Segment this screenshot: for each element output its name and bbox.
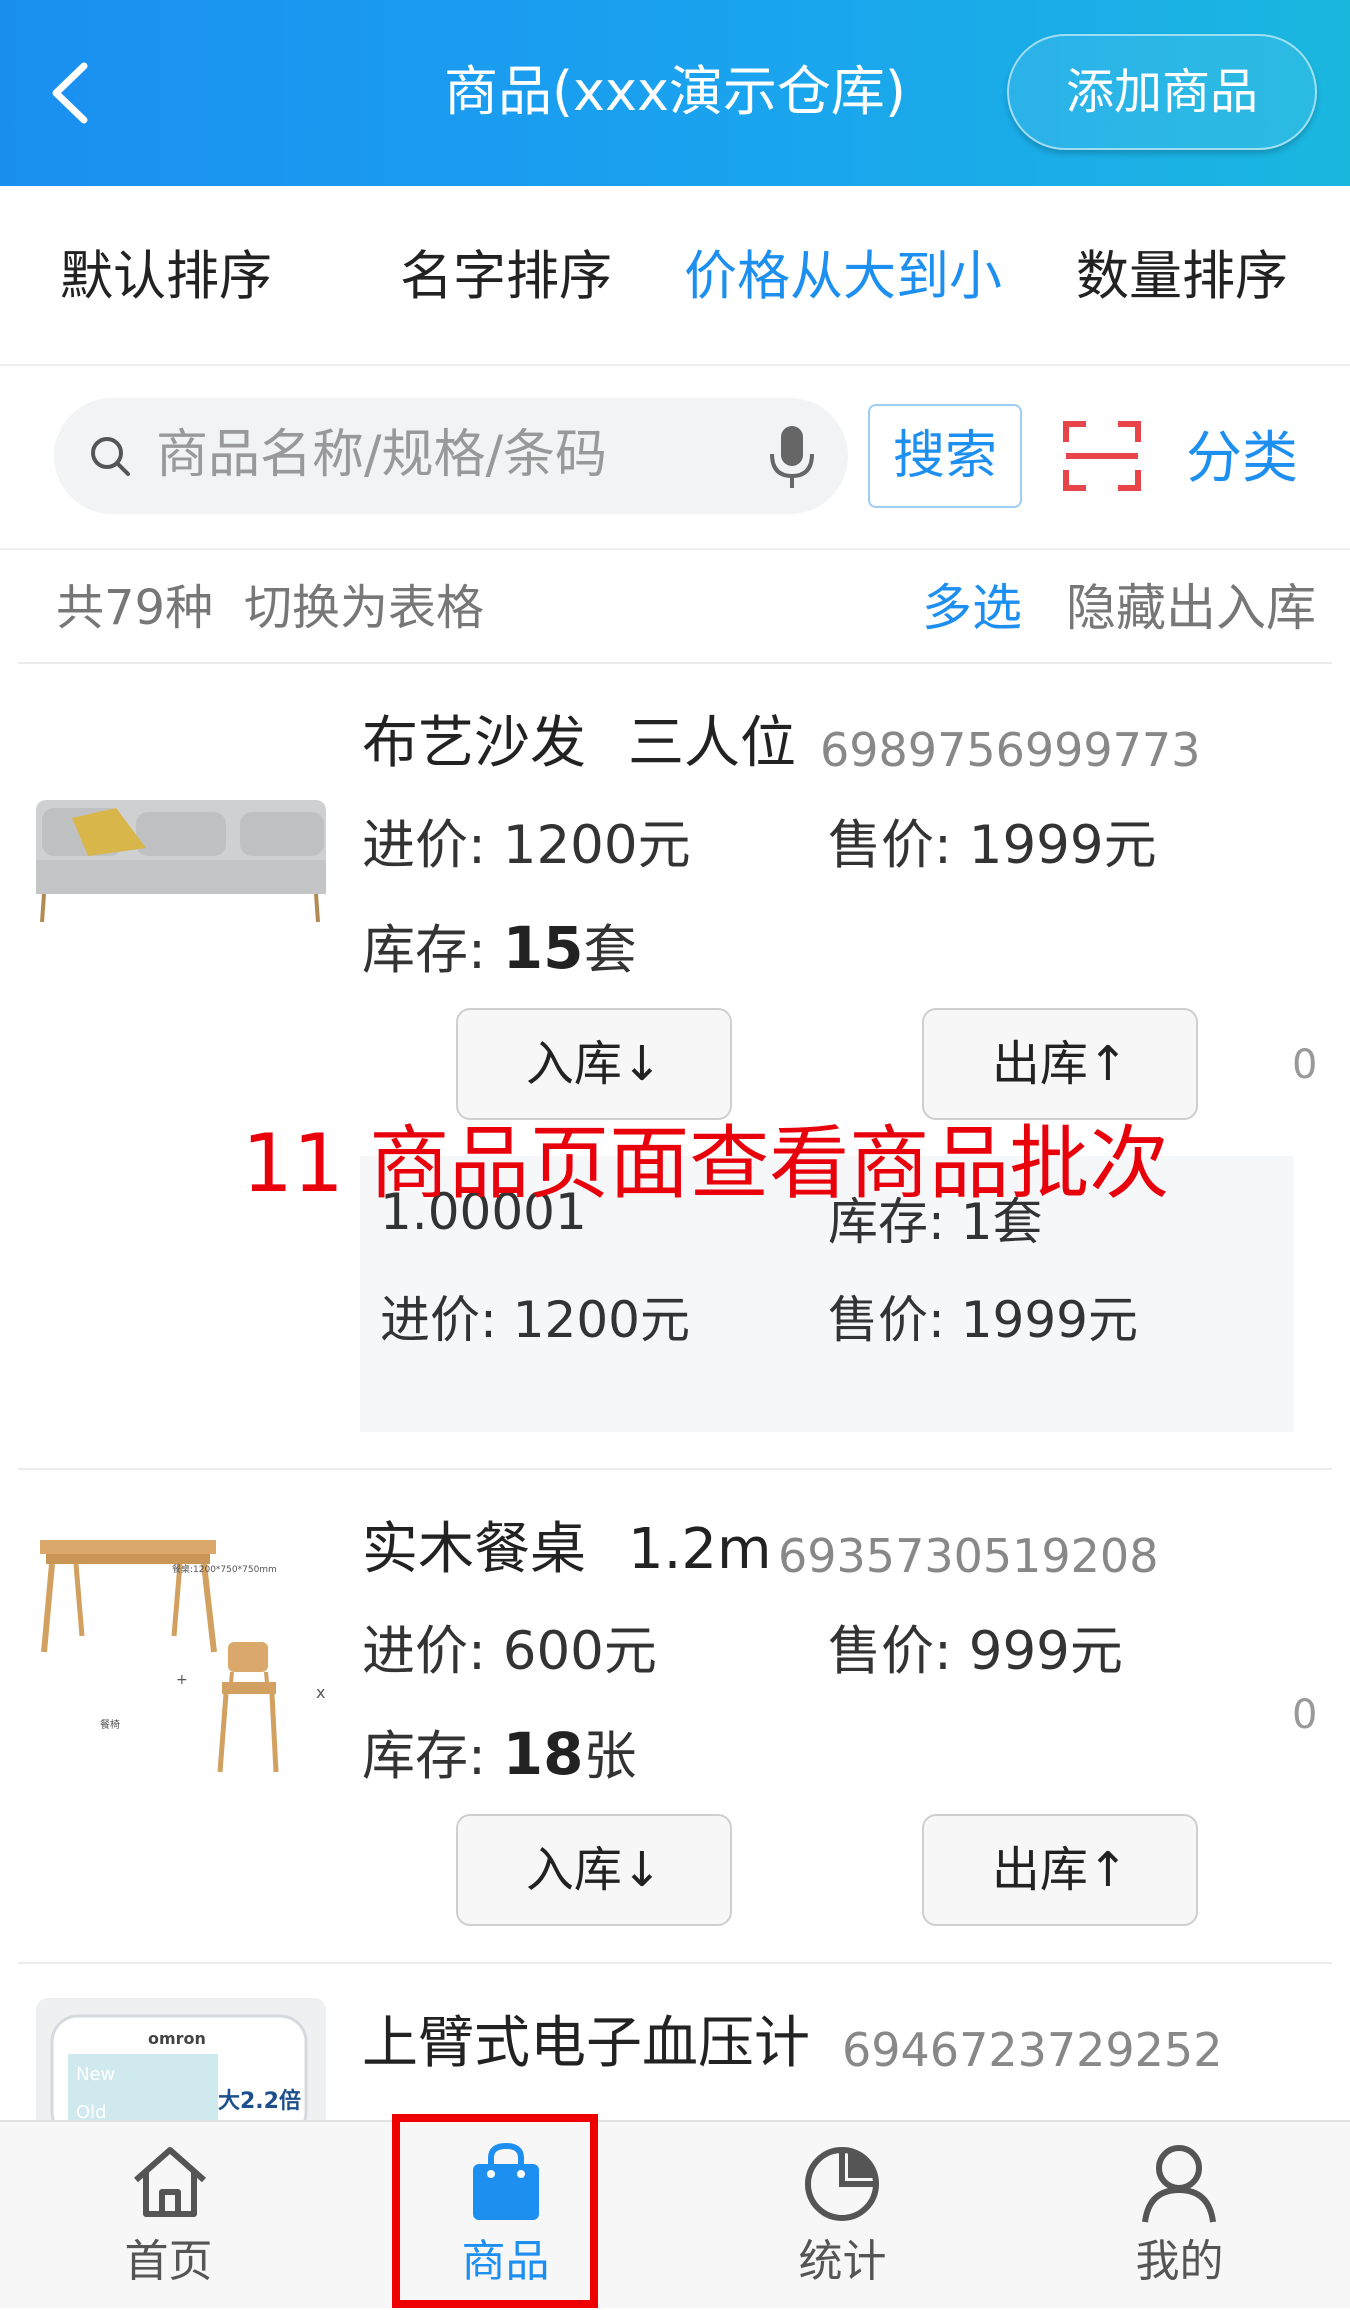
product-card[interactable]: 餐桌:1200*750*750mm + 餐椅 x 实木餐桌 1.2m 69357… [0, 1470, 1350, 1962]
product-name: 上臂式电子血压计 [362, 2011, 810, 2076]
product-count: 共79种 [56, 580, 214, 636]
user-icon [1142, 2145, 1216, 2223]
badge-count: 0 [1292, 1692, 1318, 1738]
highlight-box [392, 2114, 598, 2308]
hide-stock-ops-link[interactable]: 隐藏出入库 [1066, 578, 1316, 638]
sort-default[interactable]: 默认排序 [60, 244, 272, 310]
tab-label: 我的 [1135, 2236, 1224, 2287]
stock-in-button[interactable]: 入库↓ [456, 1008, 732, 1120]
stock-unit: 张 [583, 1726, 637, 1787]
app-header: 商品(xxx演示仓库) 添加商品 [0, 0, 1350, 186]
cost-label: 进价: [362, 1621, 486, 1682]
product-spec: 三人位 [628, 711, 796, 776]
tab-label: 首页 [124, 2236, 213, 2287]
scan-icon[interactable] [1062, 418, 1142, 494]
pie-chart-icon [805, 2147, 879, 2221]
stock-unit: 套 [583, 920, 637, 981]
image-text-new: New [76, 2064, 115, 2085]
image-caption-chair: 餐椅 [100, 1718, 120, 1731]
list-summary-bar: 共79种 切换为表格 多选 隐藏出入库 [0, 548, 1350, 662]
badge-count: 0 [1292, 1042, 1318, 1088]
image-brand-text: omron [148, 2029, 206, 2048]
stock-quantity: 18 [502, 1720, 584, 1788]
price-value: 1999元 [968, 815, 1157, 876]
switch-to-table-link[interactable]: 切换为表格 [244, 578, 484, 638]
product-image-table: 餐桌:1200*750*750mm + 餐椅 x [36, 1532, 326, 1792]
price-value: 999元 [968, 1621, 1123, 1682]
image-text-old: Old [76, 2102, 107, 2120]
tab-home[interactable]: 首页 [0, 2122, 337, 2310]
product-spec: 1.2m [628, 1517, 772, 1582]
home-icon [134, 2147, 206, 2217]
microphone-icon[interactable] [766, 424, 818, 490]
batch-cost: 进价: 1200元 [380, 1291, 690, 1349]
search-button[interactable]: 搜索 [868, 404, 1022, 508]
search-icon [91, 437, 130, 476]
price-label: 售价: [828, 1621, 952, 1682]
product-barcode: 6989756999773 [820, 723, 1201, 777]
sort-by-quantity[interactable]: 数量排序 [1076, 244, 1288, 310]
search-placeholder: 商品名称/规格/条码 [156, 425, 608, 485]
product-barcode: 6946723729252 [842, 2023, 1223, 2077]
stock-label: 库存: [362, 1726, 486, 1787]
tab-statistics[interactable]: 统计 [674, 2122, 1011, 2310]
add-product-button[interactable]: 添加商品 [1007, 34, 1317, 150]
image-caption-table: 餐桌:1200*750*750mm [172, 1563, 277, 1575]
category-button[interactable]: 分类 [1186, 424, 1298, 494]
sort-bar: 默认排序 名字排序 价格从大到小 数量排序 [0, 186, 1350, 366]
stock-out-button[interactable]: 出库↑ [922, 1008, 1198, 1120]
multi-select-link[interactable]: 多选 [922, 578, 1022, 638]
product-name: 布艺沙发 [362, 711, 586, 776]
tab-label: 统计 [798, 2236, 887, 2287]
stock-out-button[interactable]: 出库↑ [922, 1814, 1198, 1926]
svg-text:x: x [316, 1683, 325, 1702]
stock-in-button[interactable]: 入库↓ [456, 1814, 732, 1926]
batch-price: 售价: 1999元 [828, 1291, 1138, 1349]
stock-label: 库存: [362, 920, 486, 981]
tab-mine[interactable]: 我的 [1011, 2122, 1348, 2310]
product-name: 实木餐桌 [362, 1517, 586, 1582]
stock-quantity: 15 [502, 914, 584, 982]
search-input[interactable]: 商品名称/规格/条码 [54, 398, 848, 514]
cost-value: 600元 [502, 1621, 657, 1682]
bottom-tab-bar: 首页 商品 统计 我的 [0, 2120, 1350, 2308]
product-image-blood-pressure-monitor: omron New Old 大2.2倍 [36, 1998, 326, 2120]
svg-text:+: + [176, 1672, 188, 1688]
sort-by-price-desc[interactable]: 价格从大到小 [684, 244, 1002, 310]
cost-value: 1200元 [502, 815, 691, 876]
sort-by-name[interactable]: 名字排序 [400, 244, 612, 310]
product-card[interactable]: omron New Old 大2.2倍 上臂式电子血压计 69467237292… [0, 1964, 1350, 2120]
image-text-ratio: 大2.2倍 [218, 2088, 301, 2114]
annotation-caption: 11 商品页面查看商品批次 [242, 1117, 1170, 1210]
price-label: 售价: [828, 815, 952, 876]
product-barcode: 6935730519208 [778, 1529, 1159, 1583]
cost-label: 进价: [362, 815, 486, 876]
product-image-sofa [36, 700, 326, 940]
